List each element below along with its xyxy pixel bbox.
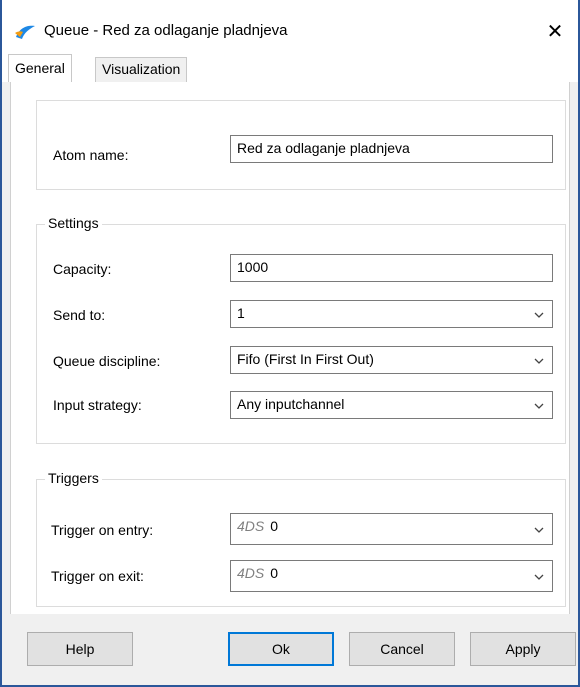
tab-bar: General Visualization: [2, 52, 578, 82]
atom-group: Atom name: Red za odlaganje pladnjeva: [36, 100, 566, 190]
capacity-label: Capacity:: [53, 261, 112, 277]
chevron-down-icon: [534, 403, 544, 409]
tab-visualization[interactable]: Visualization: [95, 57, 188, 82]
input-strategy-label: Input strategy:: [53, 397, 142, 413]
trigger-exit-label: Trigger on exit:: [51, 568, 144, 584]
settings-title: Settings: [45, 215, 102, 231]
app-icon: [15, 25, 35, 39]
chevron-down-icon: [534, 312, 544, 318]
trigger-exit-prefix: 4DS: [237, 565, 265, 581]
triggers-group: Triggers Trigger on entry: 4DS 0 Trigger …: [36, 470, 566, 607]
help-button-label: Help: [65, 641, 95, 657]
atom-name-input[interactable]: Red za odlaganje pladnjeva: [230, 135, 553, 163]
ok-button-label: Ok: [272, 641, 290, 657]
cancel-button-label: Cancel: [380, 641, 424, 657]
input-strategy-value: Any inputchannel: [237, 396, 345, 412]
send-to-label: Send to:: [53, 307, 106, 323]
queue-discipline-label: Queue discipline:: [53, 353, 161, 369]
send-to-value: 1: [237, 305, 245, 321]
apply-button-label: Apply: [505, 641, 541, 657]
tab-label: Visualization: [102, 61, 181, 77]
trigger-entry-prefix: 4DS: [237, 518, 265, 534]
dialog-window: Queue - Red za odlaganje pladnjeva ✕ Gen…: [0, 0, 580, 687]
atom-name-value: Red za odlaganje pladnjeva: [237, 140, 410, 156]
tab-content: Atom name: Red za odlaganje pladnjeva Se…: [10, 82, 570, 614]
help-button[interactable]: Help: [27, 632, 133, 666]
settings-group: Settings Capacity: 1000 Send to: 1 Queue…: [36, 215, 566, 444]
chevron-down-icon: [534, 527, 544, 533]
capacity-input[interactable]: 1000: [230, 254, 553, 282]
window-title: Queue - Red za odlaganje pladnjeva: [44, 22, 288, 39]
triggers-title: Triggers: [45, 470, 102, 486]
chevron-down-icon: [534, 358, 544, 364]
cancel-button[interactable]: Cancel: [349, 632, 455, 666]
close-icon: ✕: [546, 20, 564, 43]
queue-discipline-select[interactable]: Fifo (First In First Out): [230, 346, 553, 374]
capacity-value: 1000: [237, 259, 269, 275]
input-strategy-select[interactable]: Any inputchannel: [230, 391, 553, 419]
trigger-entry-label: Trigger on entry:: [51, 522, 154, 538]
trigger-exit-value: 0: [270, 565, 279, 581]
trigger-exit-select[interactable]: 4DS 0: [230, 560, 553, 592]
trigger-entry-value: 0: [270, 518, 279, 534]
ok-button[interactable]: Ok: [228, 632, 334, 666]
apply-button[interactable]: Apply: [470, 632, 576, 666]
tab-general[interactable]: General: [8, 54, 72, 82]
send-to-select[interactable]: 1: [230, 300, 553, 328]
title-bar: Queue - Red za odlaganje pladnjeva ✕: [2, 0, 578, 52]
trigger-entry-select[interactable]: 4DS 0: [230, 513, 553, 545]
chevron-down-icon: [534, 574, 544, 580]
queue-discipline-value: Fifo (First In First Out): [237, 351, 374, 367]
close-button[interactable]: ✕: [532, 14, 578, 48]
atom-name-label: Atom name:: [53, 147, 129, 163]
tab-label: General: [15, 60, 65, 76]
